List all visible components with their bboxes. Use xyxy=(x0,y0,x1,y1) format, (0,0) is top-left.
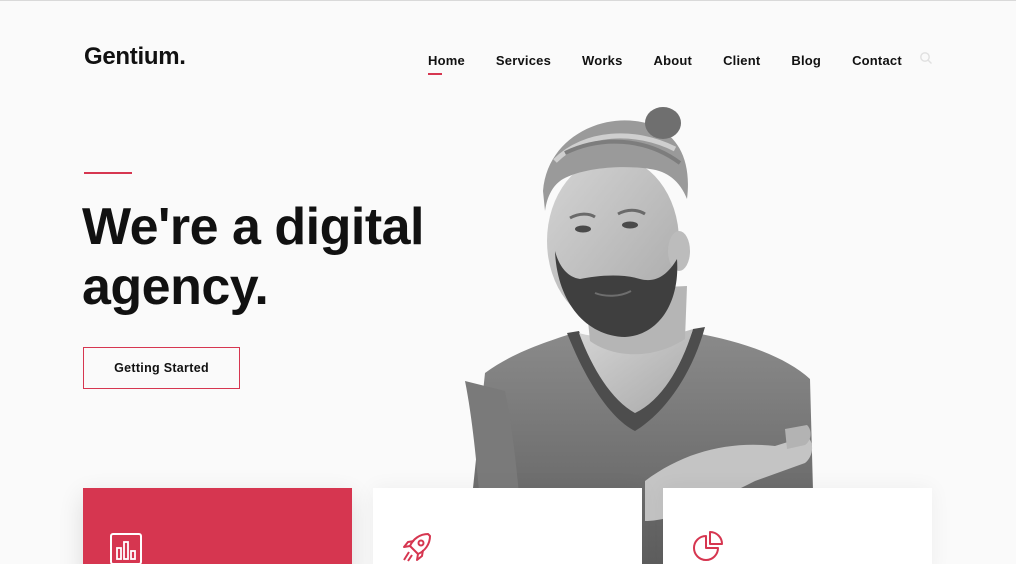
nav-item-services[interactable]: Services xyxy=(496,53,551,73)
nav-item-contact[interactable]: Contact xyxy=(852,53,902,73)
nav-item-blog[interactable]: Blog xyxy=(791,53,821,73)
hero-headline-line-1: We're a digital xyxy=(82,198,425,256)
feature-card-3[interactable] xyxy=(663,488,932,564)
nav-item-client[interactable]: Client xyxy=(723,53,760,73)
getting-started-button[interactable]: Getting Started xyxy=(83,347,240,389)
feature-card-2[interactable] xyxy=(373,488,642,564)
feature-card-1[interactable] xyxy=(83,488,352,564)
nav-item-works[interactable]: Works xyxy=(582,53,623,73)
bar-chart-icon xyxy=(110,533,142,564)
logo[interactable]: Gentium. xyxy=(84,43,186,71)
search-icon[interactable] xyxy=(919,51,933,65)
hero-headline-line-2: agency. xyxy=(82,258,269,316)
nav-item-home[interactable]: Home xyxy=(428,53,465,75)
main-nav: Home Services Works About Client Blog Co… xyxy=(428,53,933,75)
rocket-icon xyxy=(403,533,431,562)
headline-accent-line xyxy=(84,172,132,174)
nav-item-about[interactable]: About xyxy=(654,53,693,73)
pie-chart-icon xyxy=(693,531,723,561)
